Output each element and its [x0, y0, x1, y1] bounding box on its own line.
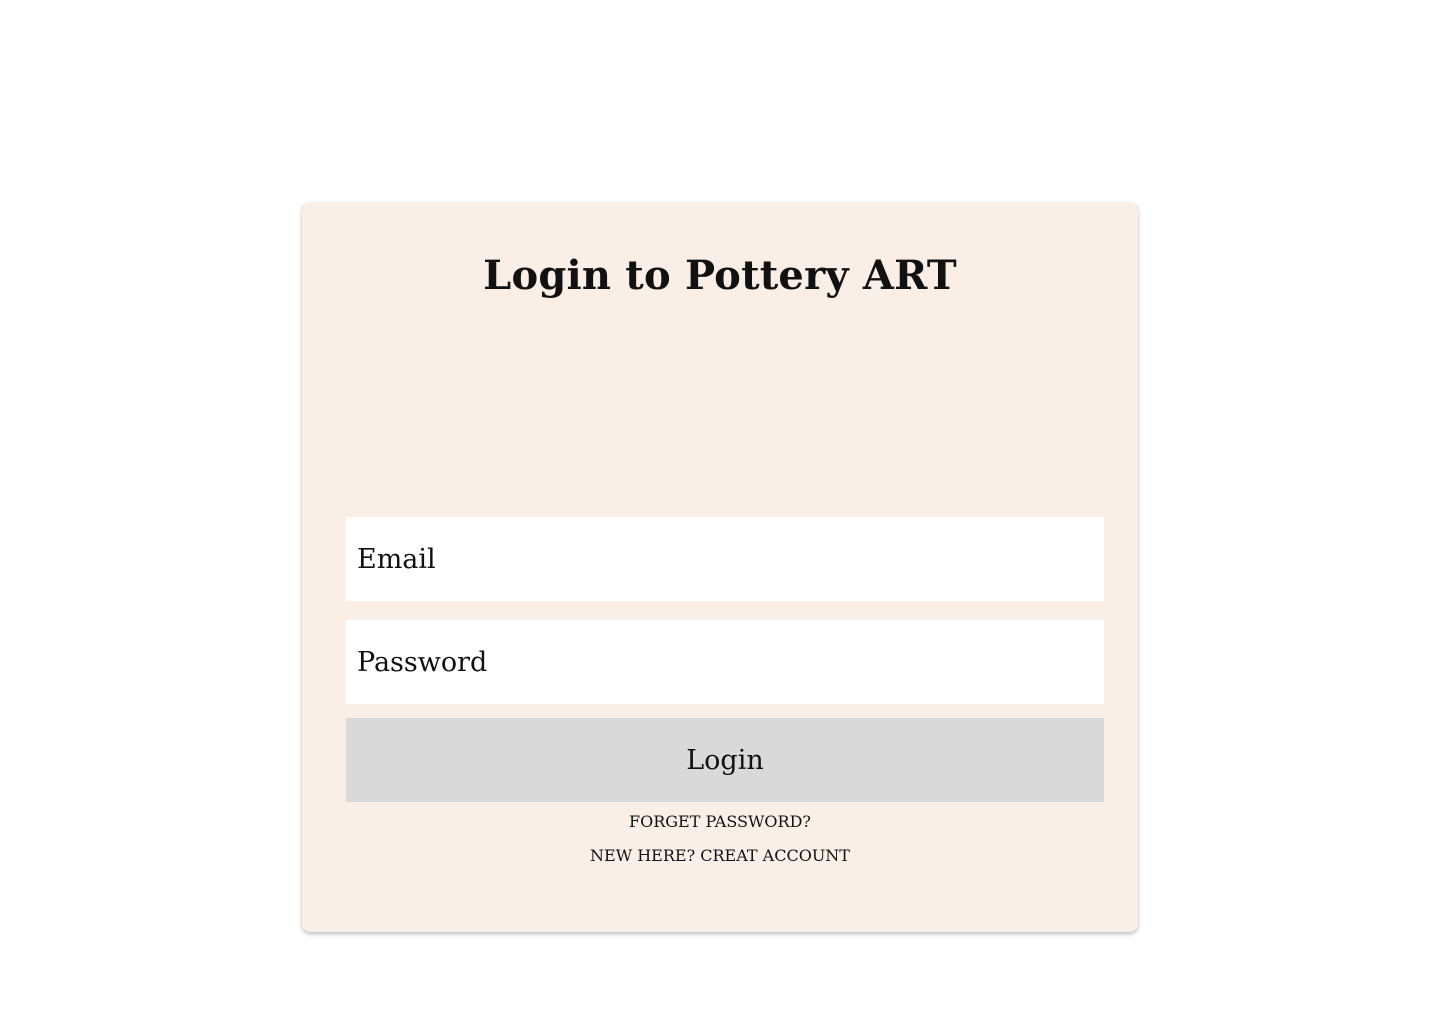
login-button[interactable]: Login	[346, 718, 1104, 802]
password-input[interactable]	[346, 620, 1104, 704]
create-account-link[interactable]: NEW HERE? CREAT ACCOUNT	[302, 846, 1138, 865]
forgot-password-link[interactable]: FORGET PASSWORD?	[302, 812, 1138, 831]
email-input[interactable]	[346, 517, 1104, 601]
page-title: Login to Pottery ART	[483, 252, 957, 299]
login-card: Login to Pottery ART Login FORGET PASSWO…	[302, 202, 1138, 932]
